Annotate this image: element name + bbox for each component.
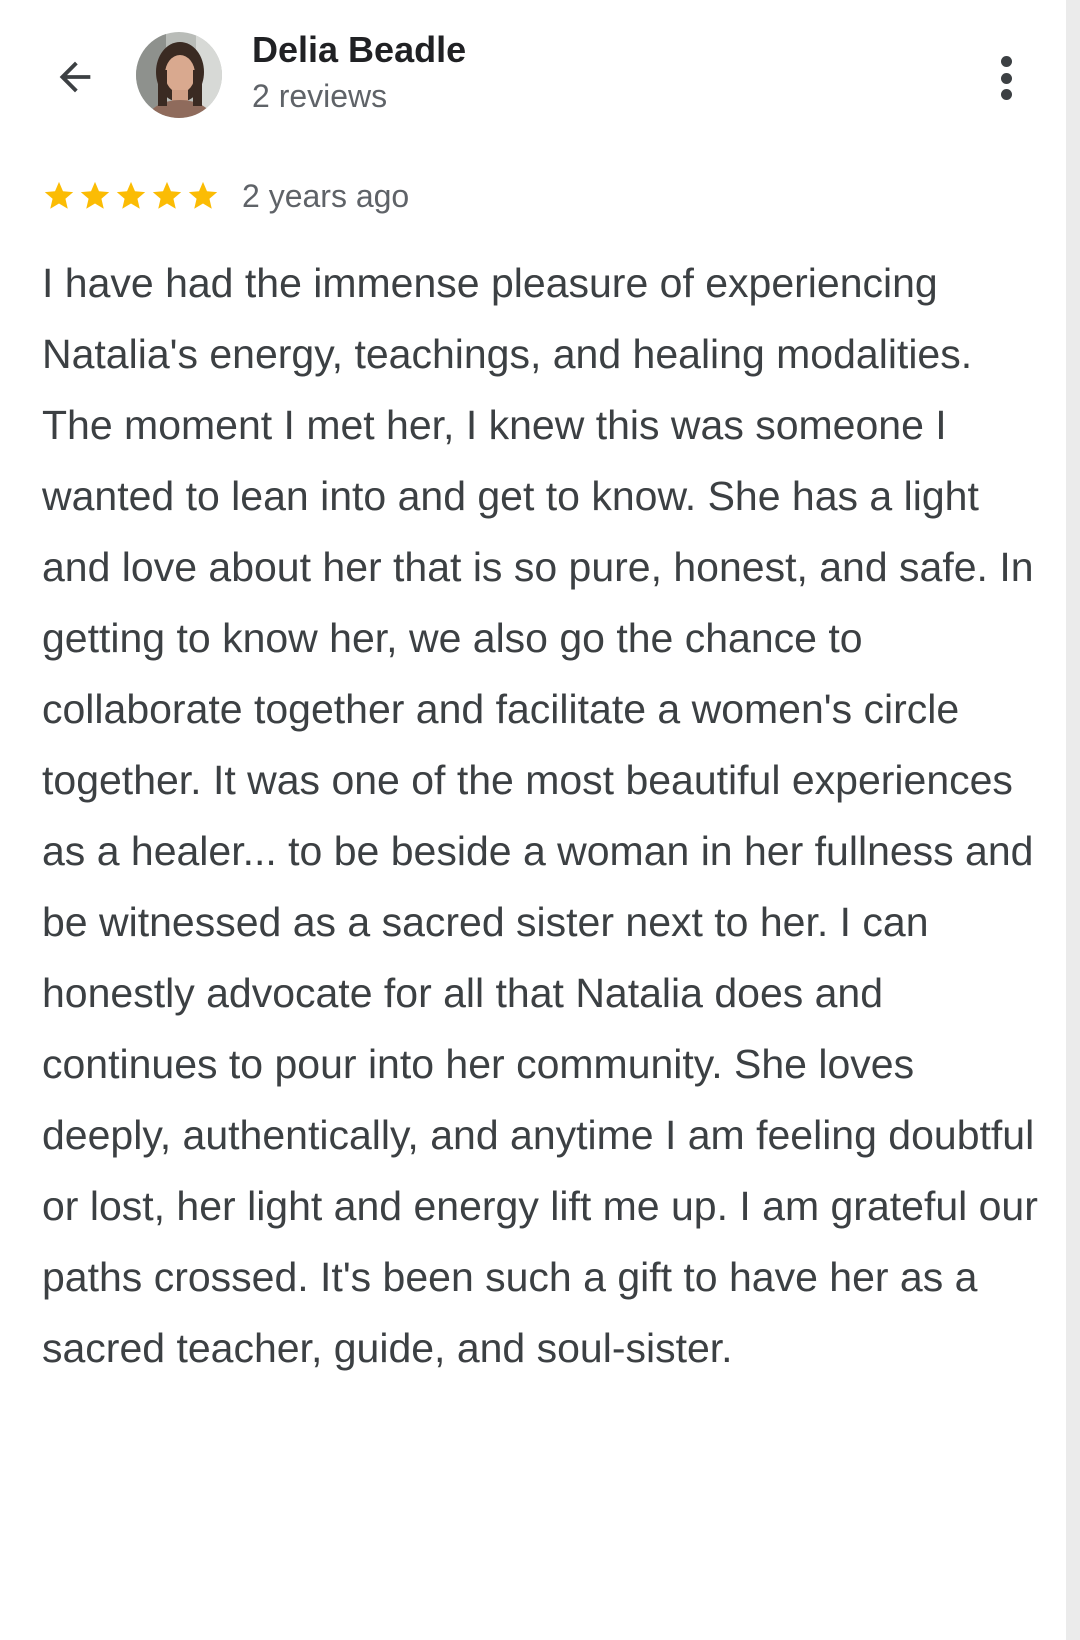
more-vertical-icon — [1000, 89, 1012, 100]
reviewer-info[interactable]: Delia Beadle 2 reviews — [252, 28, 466, 116]
review-time: 2 years ago — [242, 178, 410, 214]
back-button[interactable] — [46, 50, 104, 104]
star-icon — [44, 181, 74, 209]
rating-row: 2 years ago — [42, 174, 409, 218]
reviewer-review-count: 2 reviews — [252, 78, 388, 114]
star-icon — [80, 181, 110, 209]
star-icon — [188, 181, 218, 209]
avatar[interactable] — [136, 32, 222, 118]
star-icon — [116, 181, 146, 209]
star-icon — [152, 181, 182, 209]
review-screen: Delia Beadle 2 reviews 2 years ago I hav… — [0, 0, 1080, 1640]
review-text: I have had the immense pleasure of exper… — [42, 260, 1038, 1371]
arrow-back-icon — [59, 61, 91, 93]
star-rating — [42, 179, 222, 213]
reviewer-name[interactable]: Delia Beadle — [252, 28, 466, 72]
reviewer-header: Delia Beadle 2 reviews — [0, 0, 1060, 150]
scrollbar[interactable] — [1066, 0, 1080, 1640]
more-options-button[interactable] — [986, 50, 1026, 106]
more-vertical-icon — [1000, 72, 1012, 84]
more-vertical-icon — [1000, 56, 1012, 67]
